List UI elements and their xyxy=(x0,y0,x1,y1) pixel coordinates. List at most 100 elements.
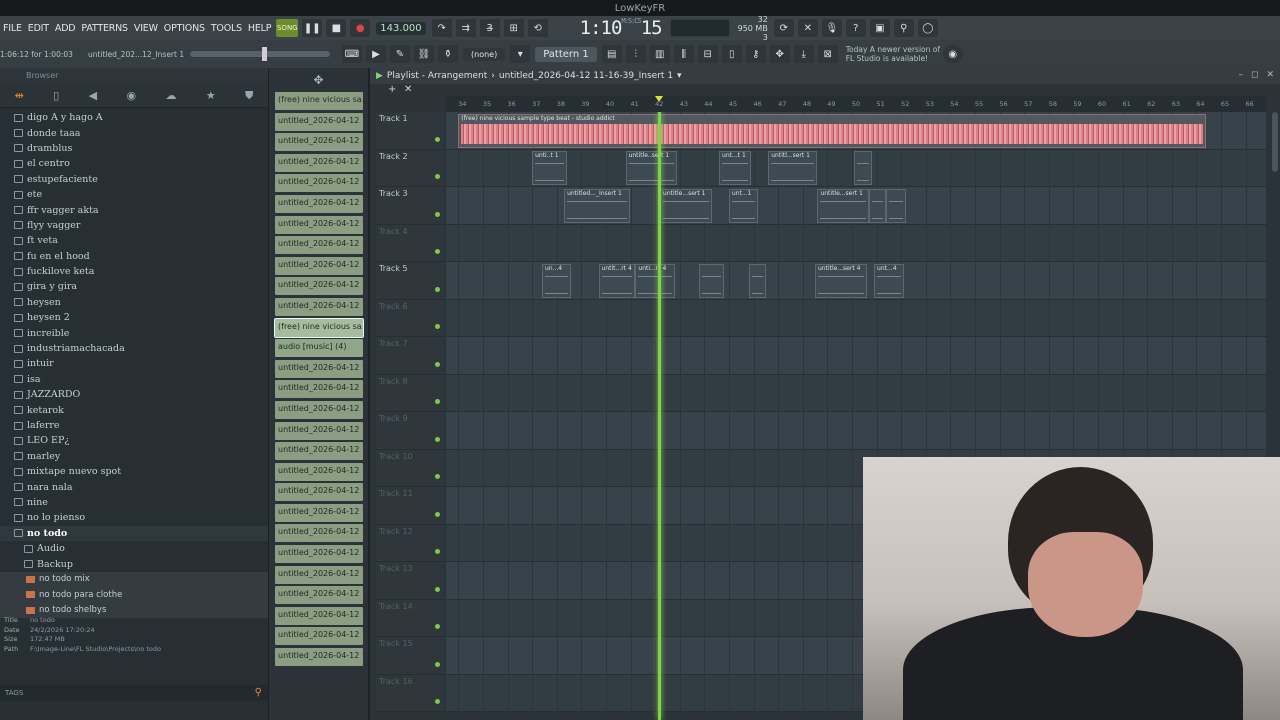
audio-clip[interactable] xyxy=(699,263,724,298)
search-icon[interactable]: ⚲ xyxy=(255,687,262,698)
picker-clip[interactable]: untitled_2026-04-12 10-... xyxy=(275,586,363,605)
piano-roll-view-icon[interactable]: ▥ xyxy=(649,45,670,63)
track-mute-led[interactable] xyxy=(435,399,440,404)
picker-clip[interactable]: untitled_2026-04-12 10-... xyxy=(275,483,363,502)
audio-clip[interactable]: untit...rt 4 xyxy=(598,263,636,298)
folder-item[interactable]: gira y gira xyxy=(0,279,268,294)
picker-clip[interactable]: untitled_2026-04-12 10-... xyxy=(275,606,363,625)
plugin-picker-icon[interactable]: ⚷ xyxy=(745,45,766,63)
folder-item[interactable]: ft veta xyxy=(0,233,268,248)
picker-clip[interactable]: untitled_2026-04-12 10-... xyxy=(275,421,363,440)
folder-item[interactable]: laferre xyxy=(0,418,268,433)
picker-clip[interactable]: untitled_2026-04-12 10-... xyxy=(275,462,363,481)
picker-clip[interactable]: untitled_2026-04-12 10-... xyxy=(275,648,363,667)
audio-clip[interactable] xyxy=(854,151,872,185)
track-lane[interactable] xyxy=(446,374,1266,412)
pause-icon[interactable]: ❚❚ xyxy=(302,19,323,37)
menu-item-patterns[interactable]: PATTERNS xyxy=(78,23,130,34)
chat-icon[interactable]: ◯ xyxy=(917,19,938,37)
file-icon[interactable]: ▯ xyxy=(721,45,742,63)
globe-icon[interactable]: ◉ xyxy=(942,45,963,63)
mixer-icon[interactable]: ⫶ xyxy=(625,45,646,63)
minimize-icon[interactable]: – xyxy=(1238,70,1243,80)
download-icon[interactable]: ⤓ xyxy=(793,45,814,63)
menu-item-options[interactable]: OPTIONS xyxy=(161,23,208,34)
tags-bar[interactable]: TAGS ⚲ xyxy=(0,685,268,701)
track-header[interactable]: Track 15 xyxy=(376,637,444,675)
folder-item[interactable]: flyy vagger xyxy=(0,218,268,233)
audio-clip[interactable]: unti...rt 4 xyxy=(635,263,675,298)
folder-item[interactable]: ete xyxy=(0,187,268,202)
arrow-down-icon[interactable]: ▾ xyxy=(510,45,531,63)
folder-item[interactable]: nine xyxy=(0,495,268,510)
picker-clip[interactable]: untitled_2026-04-12 10-... xyxy=(275,112,363,131)
menu-item-tools[interactable]: TOOLS xyxy=(208,23,245,34)
pencil-icon[interactable]: ✎ xyxy=(390,45,410,63)
plugin-database-icon[interactable]: ◉ xyxy=(127,89,137,102)
master-volume-slider[interactable] xyxy=(190,47,330,61)
folder-item[interactable]: increible xyxy=(0,325,268,340)
track-mute-led[interactable] xyxy=(435,586,440,592)
picker-clip[interactable]: untitled_2026-04-12 10-... xyxy=(275,236,363,255)
picker-clip[interactable]: untitled_2026-04-12 10-... xyxy=(275,133,363,152)
close-icon[interactable]: ✕ xyxy=(1266,70,1274,80)
track-mute-led[interactable] xyxy=(435,511,440,517)
picker-clip[interactable]: (free) nine vicious sa... xyxy=(274,317,364,338)
audio-clip[interactable]: untitle...sert 1 xyxy=(817,188,870,223)
track-header[interactable]: Track 1 xyxy=(376,112,444,150)
track-header[interactable]: Track 7 xyxy=(376,337,444,375)
track-header[interactable]: Track 8 xyxy=(376,374,444,412)
favorites-icon[interactable]: ★ xyxy=(206,89,216,102)
folder-item[interactable]: LEO EP¿ xyxy=(0,433,268,448)
audio-clip[interactable]: untitled..._Insert 1 xyxy=(564,188,631,223)
menu-item-add[interactable]: ADD xyxy=(52,23,79,34)
menu-item-help[interactable]: HELP xyxy=(245,23,274,34)
folder-item[interactable]: ffr vagger akta xyxy=(0,202,268,217)
audio-clip[interactable] xyxy=(869,188,887,223)
audio-clip[interactable]: unti..t 1 xyxy=(532,151,567,185)
playlist-play-icon[interactable]: ▶ xyxy=(376,71,383,81)
subfolder-item[interactable]: Audio xyxy=(0,541,268,556)
track-header[interactable]: Track 11 xyxy=(376,487,444,525)
picker-clip[interactable]: audio [music] (4) xyxy=(275,339,363,358)
track-mute-led[interactable] xyxy=(435,436,440,442)
folder-item[interactable]: heysen xyxy=(0,295,268,310)
menu-item-view[interactable]: VIEW xyxy=(131,23,161,34)
save-icon[interactable]: ▣ xyxy=(869,19,890,37)
folder-item[interactable]: JAZZARDO xyxy=(0,387,268,402)
audio-clip[interactable]: untitle...sert 4 xyxy=(815,263,867,298)
tempo-display[interactable]: 143.000 xyxy=(376,21,426,35)
track-mute-led[interactable] xyxy=(435,699,440,704)
microphone-icon[interactable]: 🎙 xyxy=(821,19,842,37)
picker-clip[interactable]: untitled_2026-04-12 10-... xyxy=(275,277,363,296)
track-header[interactable]: Track 10 xyxy=(376,449,444,487)
picker-clip[interactable]: (free) nine vicious sa... xyxy=(275,92,363,110)
track-header[interactable]: Track 5 xyxy=(376,262,444,300)
audio-clip[interactable]: untitle..sert 1 xyxy=(625,151,678,185)
pattern-selector[interactable]: Pattern 1 xyxy=(535,46,597,62)
picker-clip[interactable]: untitled_2026-04-12 10-... xyxy=(275,256,363,275)
playlist-icon[interactable]: ⟳ xyxy=(773,19,794,37)
track-lane[interactable] xyxy=(446,337,1266,375)
all-files-icon[interactable]: ⇹ xyxy=(15,89,24,102)
picker-move-icon[interactable]: ✥ xyxy=(313,73,323,87)
playhead-marker-icon[interactable] xyxy=(654,96,663,102)
track-header[interactable]: Track 9 xyxy=(376,412,444,450)
track-header[interactable]: Track 4 xyxy=(376,224,444,262)
picker-clip[interactable]: untitled_2026-04-12 10-... xyxy=(275,215,363,234)
folder-item[interactable]: heysen 2 xyxy=(0,310,268,325)
record-icon[interactable]: ● xyxy=(350,19,371,37)
folder-item-open[interactable]: no todo xyxy=(0,525,268,541)
folder-item[interactable]: no lo pienso xyxy=(0,510,268,525)
link-icon[interactable]: ⛓ xyxy=(414,45,434,63)
track-lane[interactable] xyxy=(446,299,1266,337)
track-mute-led[interactable] xyxy=(435,136,440,142)
folder-item[interactable]: industriamachacada xyxy=(0,341,268,356)
countdown-icon[interactable]: 3̶ xyxy=(479,19,500,37)
piano-roll-icon[interactable]: ✕ xyxy=(797,19,818,37)
stop-icon[interactable]: ■ xyxy=(326,19,347,37)
track-header[interactable]: Track 2 xyxy=(376,149,444,187)
folder-item[interactable]: donde taaa xyxy=(0,125,268,140)
picker-clip[interactable]: untitled_2026-04-12 10-... xyxy=(275,297,363,316)
track-mute-led[interactable] xyxy=(435,174,440,179)
